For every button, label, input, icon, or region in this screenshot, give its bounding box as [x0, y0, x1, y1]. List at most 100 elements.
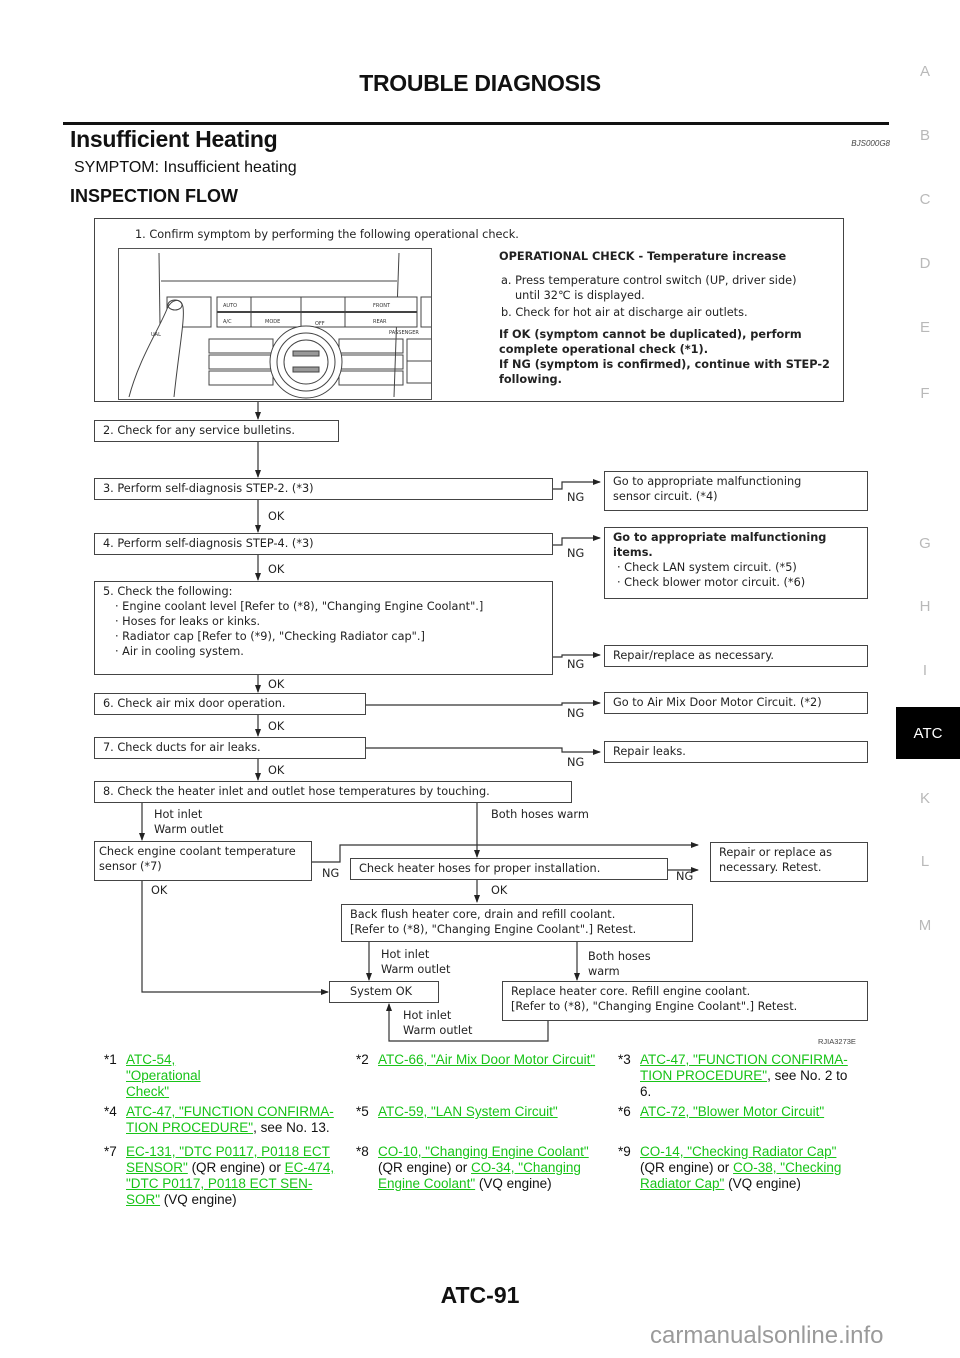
ok-sensor-to-system: [141, 880, 329, 995]
step-2-box: 2. Check for any service bulletins.: [94, 420, 339, 442]
step-7-text: 7. Check ducts for air leaks.: [103, 741, 261, 754]
step-7-box: 7. Check ducts for air leaks.: [94, 737, 366, 759]
ref-text: , see No. 13.: [253, 1120, 330, 1135]
ref-link[interactable]: CO-34, "Changing: [471, 1160, 581, 1175]
control-panel-illustration: AUTO A/C MODE OFF FRONT REAR PASSENGER U…: [118, 248, 432, 400]
step-1-box: 1. Confirm symptom by performing the fol…: [94, 218, 844, 402]
sensor-check-box: Check engine coolant temperature sensor …: [94, 841, 312, 881]
ac-control-panel-drawing: AUTO A/C MODE OFF FRONT REAR PASSENGER U…: [128, 252, 431, 399]
step-4-ng-title-line2: items.: [613, 546, 653, 559]
ref-num: *9: [618, 1144, 631, 1159]
ref-num: *4: [104, 1104, 117, 1119]
ng-branch-6: [365, 700, 601, 706]
op-check-step-a-line1: a. Press temperature control switch (UP,…: [501, 274, 797, 287]
ref-link[interactable]: ATC-72, "Blower Motor Circuit": [640, 1104, 824, 1119]
system-ok-box: System OK: [329, 981, 439, 1003]
ref-link[interactable]: CO-14, "Checking Radiator Cap": [640, 1144, 836, 1159]
backflush-warm-label: warm: [588, 965, 620, 978]
step-4-box: 4. Perform self-diagnosis STEP-4. (*3): [94, 533, 553, 555]
step-5-ng-result-text: Repair/replace as necessary.: [613, 649, 774, 662]
op-check-ok-line2: complete operational check (*1).: [499, 343, 708, 356]
ref-text: , see No. 2 to: [767, 1068, 848, 1083]
step-5-item-air: · Air in cooling system.: [115, 645, 244, 658]
backflush-both-hoses-label: Both hoses: [588, 950, 651, 963]
operational-check-title: OPERATIONAL CHECK - Temperature increase: [499, 250, 787, 263]
ref-link[interactable]: ATC-47, "FUNCTION CONFIRMA-: [640, 1052, 848, 1067]
ref-link[interactable]: ATC-47, "FUNCTION CONFIRMA-: [126, 1104, 334, 1119]
ref-num: *2: [356, 1052, 369, 1067]
ref-link[interactable]: "DTC P0117, P0118 ECT SEN-: [126, 1176, 312, 1191]
step-6-ng-result-box: Go to Air Mix Door Motor Circuit. (*2): [604, 692, 868, 714]
step-5-ng-result-box: Repair/replace as necessary.: [604, 645, 868, 667]
ref-link[interactable]: CO-10, "Changing Engine Coolant": [378, 1144, 589, 1159]
ref-link[interactable]: ATC-66, "Air Mix Door Motor Circuit": [378, 1052, 595, 1067]
panel-off-label: OFF: [315, 321, 325, 327]
step-6-box: 6. Check air mix door operation.: [94, 693, 366, 715]
step-6-ng-result-text: Go to Air Mix Door Motor Circuit. (*2): [613, 696, 822, 709]
ref-link[interactable]: EC-474,: [285, 1160, 335, 1175]
watermark: carmanualsonline.info: [650, 1322, 884, 1349]
ref-text: (QR engine) or: [640, 1160, 734, 1175]
ng-branch-4: [552, 535, 601, 546]
sensor-ok-label: OK: [151, 884, 168, 897]
ref-link[interactable]: SOR": [126, 1192, 160, 1207]
repair-replace-line1: Repair or replace as: [719, 846, 833, 859]
ref-link[interactable]: ATC-59, "LAN System Circuit": [378, 1104, 558, 1119]
ng-branch-7: [365, 747, 601, 755]
step-4-text: 4. Perform self-diagnosis STEP-4. (*3): [103, 537, 314, 550]
step-8-warm-outlet-label: Warm outlet: [154, 823, 224, 836]
ng-branch-3: [552, 479, 601, 490]
step-3-ng-line2: sensor circuit. (*4): [613, 490, 718, 503]
sensor-check-line1: Check engine coolant temperature: [99, 845, 296, 858]
op-check-ng-line1: If NG (symptom is confirmed), continue w…: [499, 358, 830, 371]
ref-num: *1: [104, 1052, 117, 1067]
back-flush-line1: Back flush heater core, drain and refill…: [350, 908, 616, 921]
op-check-step-a-line2: until 32℃ is displayed.: [515, 289, 645, 302]
ref-num: *5: [356, 1104, 369, 1119]
panel-rear-label: REAR: [373, 319, 387, 325]
figure-code: RJIA3273E: [818, 1037, 856, 1046]
page-number: ATC-91: [440, 1282, 520, 1308]
ref-link[interactable]: TION PROCEDURE": [126, 1120, 253, 1135]
ref-link[interactable]: Engine Coolant": [378, 1176, 475, 1191]
back-flush-line2: [Refer to (*8), "Changing Engine Coolant…: [350, 923, 637, 936]
op-check-step-b: b. Check for hot air at discharge air ou…: [501, 306, 748, 319]
backflush-warm-outlet-label: Warm outlet: [381, 963, 451, 976]
panel-dual-label: UAL: [151, 332, 161, 338]
op-check-ng-line2: following.: [499, 373, 562, 386]
step-5-item-coolant-level: · Engine coolant level [Refer to (*8), "…: [115, 600, 484, 613]
replace-warm-outlet-label: Warm outlet: [403, 1024, 473, 1037]
ref-num: *3: [618, 1052, 631, 1067]
step-3-text: 3. Perform self-diagnosis STEP-2. (*3): [103, 482, 314, 495]
op-check-ok-line1: If OK (symptom cannot be duplicated), pe…: [499, 328, 802, 341]
panel-auto-label: AUTO: [223, 303, 237, 309]
ref-link[interactable]: ATC-54, "Operational Check": [126, 1052, 201, 1099]
step-6-ok-label: OK: [268, 720, 285, 733]
hoses-ng-label: NG: [676, 870, 694, 883]
step-7-ok-label: OK: [268, 764, 285, 777]
ref-link[interactable]: SENSOR": [126, 1160, 188, 1175]
back-flush-box: Back flush heater core, drain and refill…: [341, 904, 693, 942]
ref-link[interactable]: TION PROCEDURE": [640, 1068, 767, 1083]
step-6-text: 6. Check air mix door operation.: [103, 697, 286, 710]
step-7-ng-result-box: Repair leaks.: [604, 741, 868, 763]
panel-ac-label: A/C: [223, 319, 232, 325]
sensor-check-line2: sensor (*7): [99, 860, 162, 873]
step-3-box: 3. Perform self-diagnosis STEP-2. (*3): [94, 478, 553, 500]
step-8-both-warm-label: Both hoses warm: [491, 808, 589, 821]
step-5-item-hoses: · Hoses for leaks or kinks.: [115, 615, 261, 628]
step-3-ng-line1: Go to appropriate malfunctioning: [613, 475, 802, 488]
ref-link[interactable]: EC-131, "DTC P0117, P0118 ECT: [126, 1144, 330, 1159]
ref-num: *8: [356, 1144, 369, 1159]
step-4-ok-label: OK: [268, 563, 285, 576]
replace-heater-core-box: Replace heater core. Refill engine coola…: [502, 981, 868, 1021]
step-8-text: 8. Check the heater inlet and outlet hos…: [103, 785, 490, 798]
step-6-ng-label: NG: [567, 707, 585, 720]
step-5-box: 5. Check the following: · Engine coolant…: [94, 581, 553, 675]
step-4-ng-label: NG: [567, 547, 585, 560]
ref-link[interactable]: CO-38, "Checking: [733, 1160, 841, 1175]
ref-text: (VQ engine): [160, 1192, 237, 1207]
ref-text: (VQ engine): [724, 1176, 801, 1191]
ref-link[interactable]: Radiator Cap": [640, 1176, 724, 1191]
ref-num: *6: [618, 1104, 631, 1119]
